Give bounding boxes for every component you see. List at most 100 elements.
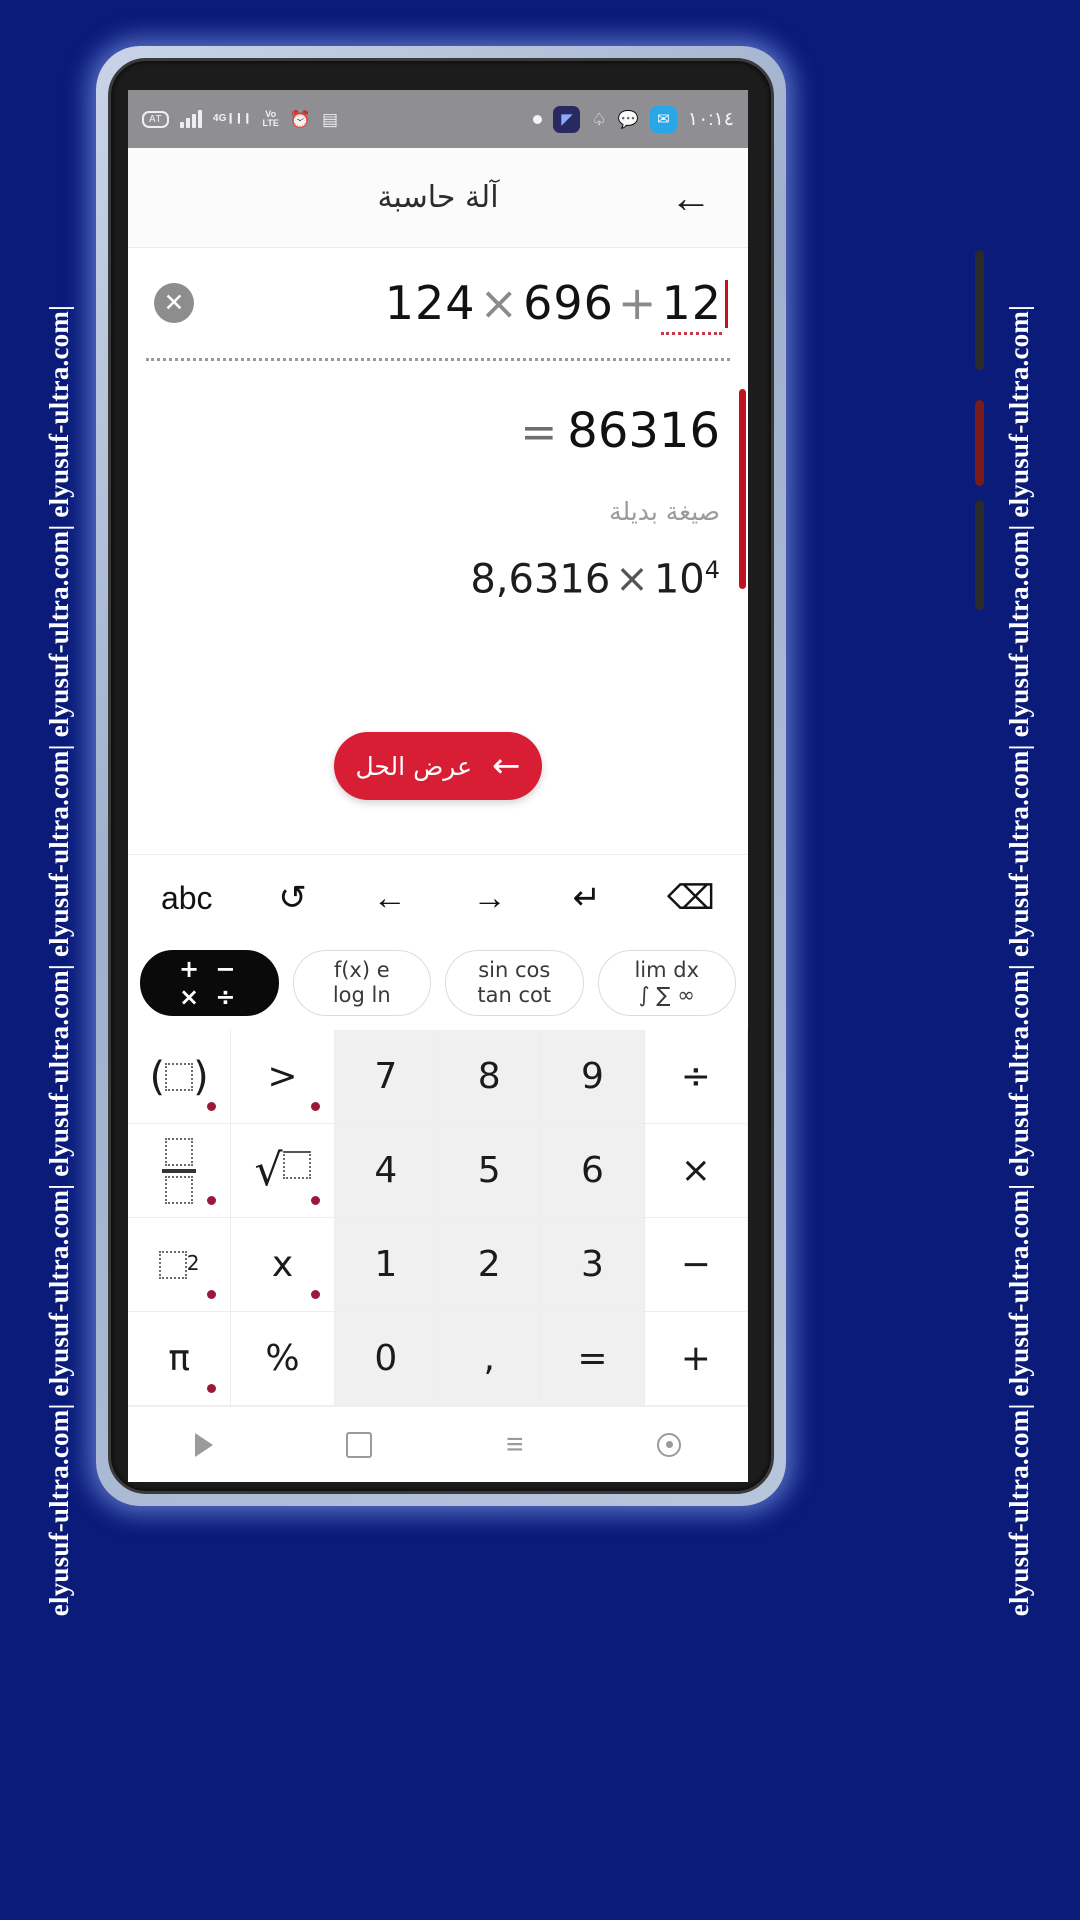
square-root-icon: √ [254, 1148, 311, 1192]
volte-icon: Vo LTE [262, 109, 279, 129]
key-equals[interactable]: = [541, 1312, 645, 1406]
key-percent[interactable]: % [231, 1312, 335, 1406]
tab-functions[interactable]: f(x) e log ln [292, 950, 431, 1016]
key-fraction[interactable] [128, 1124, 232, 1218]
key-2[interactable]: 2 [438, 1218, 542, 1312]
key-hint-dot [310, 1196, 320, 1205]
phone-screen: AT 4G❙❙❙ Vo LTE ⏰ ▤ ◤ ♤ 💬 ✉ ١٠:١٤ ← آلة … [128, 90, 748, 1482]
nav-recents-icon[interactable]: ≡ [506, 1429, 524, 1460]
abc-key[interactable]: abc [161, 882, 213, 914]
phone-volume-button[interactable] [975, 250, 984, 370]
alt-exponent: 4 [704, 556, 720, 584]
result-equals-sign: = [520, 407, 558, 458]
4g-signal-icon: 4G❙❙❙ [213, 112, 252, 124]
cursor-right-key[interactable]: → [473, 881, 507, 915]
sim-card-icon: AT [142, 110, 170, 128]
key-plus[interactable]: + [644, 1312, 748, 1406]
alt-times-sign: × [615, 556, 649, 603]
key-divide[interactable]: ÷ [644, 1030, 748, 1124]
key-9[interactable]: 9 [541, 1030, 645, 1124]
result-scrollbar[interactable] [739, 389, 746, 589]
key-comma[interactable]: , [438, 1312, 542, 1406]
alternate-form-value: 8,6316 × 104 [146, 526, 730, 602]
key-6[interactable]: 6 [541, 1124, 645, 1218]
volte-bottom-label: LTE [262, 118, 279, 128]
status-bar-right: ◤ ♤ 💬 ✉ ١٠:١٤ [533, 105, 734, 133]
key-8[interactable]: 8 [438, 1030, 542, 1124]
expression-input[interactable]: 124×696+12 [194, 276, 728, 335]
key-hint-dot [310, 1102, 320, 1111]
page-title: آلة حاسبة [377, 180, 499, 215]
tab-arithmetic-line2: × ÷ [178, 983, 240, 1011]
show-solution-button[interactable]: عرض الحل ← [334, 732, 542, 801]
white-dot-icon [533, 114, 543, 124]
tab-calculus-line2: ∫ ∑ ∞ [638, 983, 695, 1007]
key-3[interactable]: 3 [541, 1218, 645, 1312]
mode-tabs: + − × ÷ f(x) e log ln sin cos tan cot li… [128, 940, 748, 1030]
expression-operand-b: 696 [523, 276, 614, 330]
power-exponent-label: 2 [186, 1250, 200, 1275]
key-hint-dot [207, 1384, 217, 1393]
expression-multiply-op: × [479, 276, 520, 330]
backspace-key[interactable]: ⌫ [667, 881, 715, 915]
result-value: 86316 [567, 403, 720, 459]
key-variable-x[interactable]: x [231, 1218, 335, 1312]
tab-trig[interactable]: sin cos tan cot [445, 950, 584, 1016]
result-primary: = 86316 [146, 361, 730, 459]
tab-functions-line1: f(x) e [333, 958, 390, 983]
key-0[interactable]: 0 [334, 1312, 438, 1406]
key-pi[interactable]: π [128, 1312, 232, 1406]
cta-label: عرض الحل [355, 751, 473, 781]
system-nav-bar: ≡ [128, 1406, 748, 1482]
key-greater-than-label: > [267, 1056, 298, 1097]
alt-mantissa: 8,6316 [470, 556, 611, 603]
key-power[interactable]: 2 [128, 1218, 232, 1312]
key-1[interactable]: 1 [334, 1218, 438, 1312]
4g-label: 4G [213, 112, 227, 124]
result-area: = 86316 صيغة بديلة 8,6316 × 104 عرض الحل ← [128, 361, 748, 801]
arrow-left-icon: ← [492, 746, 521, 787]
key-4[interactable]: 4 [334, 1124, 438, 1218]
expression-plus-op: + [617, 276, 658, 330]
phone-extra-button[interactable] [975, 500, 984, 610]
keypad: () > 7 8 9 ÷ √ 4 5 6 × 2 x 1 2 3 − π % 0… [128, 1030, 748, 1406]
tab-calculus[interactable]: lim dx ∫ ∑ ∞ [597, 950, 736, 1016]
key-hint-dot [310, 1290, 320, 1299]
key-pi-label: π [168, 1338, 190, 1379]
alternate-form-label: صيغة بديلة [609, 497, 720, 526]
alt-base: 10 [653, 556, 705, 603]
key-square-root[interactable]: √ [231, 1124, 335, 1218]
tab-trig-line2: tan cot [477, 983, 552, 1007]
expression-operand-a: 124 [384, 276, 476, 330]
status-bar-left: AT 4G❙❙❙ Vo LTE ⏰ ▤ [142, 109, 533, 129]
key-parentheses[interactable]: () [128, 1030, 232, 1124]
nav-assistant-icon[interactable] [657, 1432, 682, 1457]
history-clock-icon[interactable]: ↺ [278, 881, 307, 915]
power-icon: 2 [158, 1250, 200, 1279]
tab-arithmetic[interactable]: + − × ÷ [140, 950, 279, 1016]
key-minus[interactable]: − [644, 1218, 748, 1312]
clear-circle-x-icon[interactable]: ✕ [154, 283, 194, 323]
chat-bubble-icon: 💬 [617, 109, 639, 129]
status-bar-time: ١٠:١٤ [687, 108, 734, 130]
enter-key[interactable]: ↵ [573, 881, 602, 915]
key-variable-x-label: x [271, 1244, 294, 1285]
fraction-icon [162, 1137, 197, 1204]
key-greater-than[interactable]: > [231, 1030, 335, 1124]
key-hint-dot [207, 1102, 217, 1111]
back-arrow-icon[interactable]: ← [670, 176, 726, 219]
bell-icon: ♤ [591, 109, 607, 129]
key-multiply[interactable]: × [644, 1124, 748, 1218]
tab-calculus-line1: lim dx [634, 958, 700, 983]
key-7[interactable]: 7 [334, 1030, 438, 1124]
app-badge-icon: ◤ [553, 105, 581, 133]
cursor-left-key[interactable]: ← [373, 881, 407, 915]
tab-arithmetic-line1: + − [178, 954, 240, 983]
tab-functions-line2: log ln [332, 983, 391, 1007]
nav-home-icon[interactable] [346, 1431, 373, 1458]
key-5[interactable]: 5 [438, 1124, 542, 1218]
key-hint-dot [207, 1290, 217, 1299]
mail-icon: ✉ [649, 105, 677, 133]
phone-power-button[interactable] [975, 400, 984, 486]
nav-back-icon[interactable] [194, 1432, 213, 1457]
